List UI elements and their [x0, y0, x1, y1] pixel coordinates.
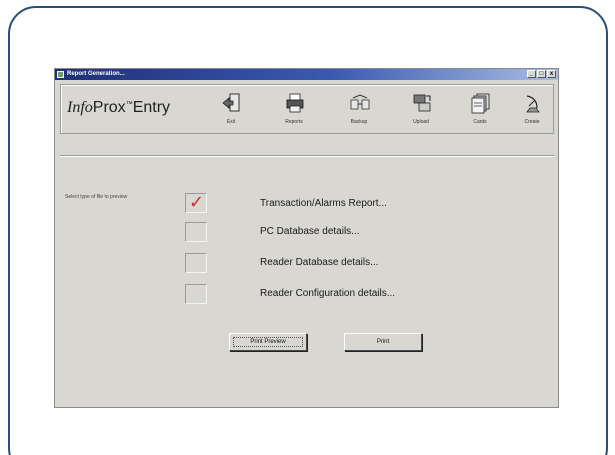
- checkbox-reader-configuration[interactable]: [185, 284, 207, 304]
- toolbar-label: Upload: [413, 119, 429, 125]
- brand-entry: Entry: [132, 99, 171, 116]
- window-title: Report Generation...: [67, 71, 125, 77]
- exit-door-icon: [222, 93, 240, 112]
- app-icon: [57, 71, 64, 78]
- option-reader-database[interactable]: Reader Database details...: [260, 257, 378, 268]
- printer-icon: [286, 93, 304, 113]
- option-transaction-alarms[interactable]: Transaction/Alarms Report...: [260, 198, 387, 209]
- close-button[interactable]: x: [547, 70, 556, 78]
- checkbox-pc-database[interactable]: [185, 222, 207, 242]
- window-titlebar[interactable]: Report Generation... _ □ x: [55, 69, 558, 80]
- toolbar-label: Cards: [473, 119, 487, 125]
- maximize-button[interactable]: □: [537, 70, 546, 78]
- option-pc-database[interactable]: PC Database details...: [260, 226, 360, 237]
- divider: [60, 155, 554, 157]
- print-label: Print: [376, 339, 390, 345]
- print-preview-button[interactable]: Print Preview: [229, 333, 307, 351]
- brand-logo: InfoProx™Entry: [67, 99, 170, 117]
- brand-info: Info: [67, 99, 93, 116]
- toolbar-exit-button[interactable]: Exit: [209, 89, 253, 131]
- satellite-dish-icon: [526, 95, 540, 113]
- window-controls: _ □ x: [527, 70, 556, 78]
- check-mark-icon: ✓: [189, 192, 205, 213]
- toolbar-create-button[interactable]: Create: [510, 89, 554, 131]
- minimize-button[interactable]: _: [527, 70, 536, 78]
- print-button[interactable]: Print: [344, 333, 422, 351]
- toolbar-label: Backup: [350, 119, 368, 125]
- toolbar-cards-button[interactable]: Cards: [458, 89, 502, 131]
- toolbar-label: Reports: [285, 119, 303, 125]
- backup-icon: [350, 94, 370, 110]
- cards-icon: [471, 93, 490, 114]
- toolbar-reports-button[interactable]: Reports: [272, 89, 316, 131]
- option-reader-configuration[interactable]: Reader Configuration details...: [260, 288, 395, 299]
- checkbox-transaction-alarms[interactable]: ✓: [185, 192, 207, 213]
- toolbar-upload-button[interactable]: Upload: [399, 89, 443, 131]
- toolbar-backup-button[interactable]: Backup: [337, 89, 381, 131]
- select-prompt: Select type of file to preview: [65, 194, 128, 200]
- report-generation-window: Report Generation... _ □ x InfoProx™Entr…: [54, 68, 559, 408]
- focus-ring: [233, 337, 303, 347]
- toolbar-label: Exit: [226, 119, 236, 125]
- checkbox-reader-database[interactable]: [185, 253, 207, 273]
- toolbar-panel: InfoProx™Entry Exit Reports Backup Uploa…: [60, 84, 554, 134]
- toolbar-label: Create: [524, 119, 540, 125]
- upload-icon: [413, 94, 431, 112]
- brand-tm: ™: [125, 101, 133, 108]
- brand-prox: Prox: [92, 99, 126, 116]
